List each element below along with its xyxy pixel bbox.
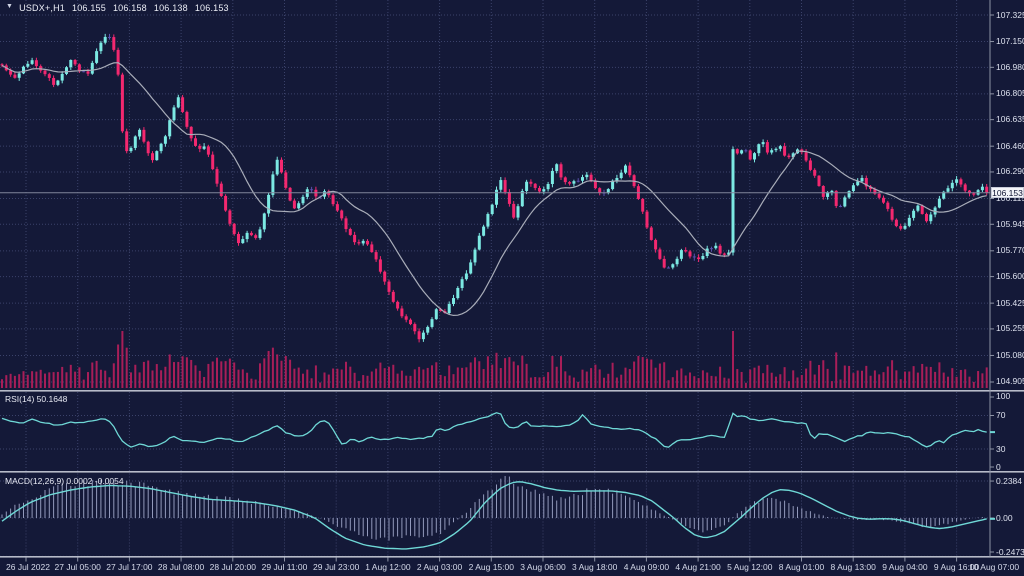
- grid-layer: [0, 0, 990, 557]
- ohlc-close: 106.153: [195, 3, 229, 13]
- time-axis-label: 5 Aug 12:00: [722, 563, 778, 572]
- axis-ticks: [26, 15, 994, 562]
- ohlc-low: 106.138: [154, 3, 188, 13]
- time-axis-label: 8 Aug 01:00: [774, 563, 830, 572]
- time-axis-label: 3 Aug 06:00: [515, 563, 571, 572]
- price-axis-label: 105.770: [996, 246, 1024, 255]
- time-axis-label: 3 Aug 18:00: [567, 563, 623, 572]
- macd-indicator-label: MACD(12,26,9) 0.0002 -0.0054: [5, 476, 124, 486]
- macd-axis-label: -0.2473: [996, 548, 1024, 557]
- separator-main-rsi[interactable]: [0, 390, 1024, 392]
- macd-histogram: [2, 476, 987, 541]
- macd-axis-label: 0.00: [996, 514, 1013, 523]
- price-axis-label: 104.905: [996, 377, 1024, 386]
- time-axis-label: 4 Aug 09:00: [618, 563, 674, 572]
- collapse-quickbar-icon[interactable]: ▼: [6, 3, 13, 13]
- time-axis-label: 10 Aug 07:00: [966, 563, 1022, 572]
- price-axis-label: 106.635: [996, 115, 1024, 124]
- price-axis-label: 106.980: [996, 63, 1024, 72]
- symbol-header: ▼ USDX+,H1 106.155 106.158 106.138 106.1…: [6, 3, 229, 13]
- separator-macd-timeaxis[interactable]: [0, 556, 1024, 558]
- rsi-axis-label: 0: [996, 463, 1001, 472]
- price-axis-label: 106.460: [996, 142, 1024, 151]
- time-axis-label: 1 Aug 12:00: [360, 563, 416, 572]
- rsi-line: [2, 413, 987, 447]
- rsi-indicator-label: RSI(14) 50.1648: [5, 394, 67, 404]
- time-axis-label: 27 Jul 17:00: [101, 563, 157, 572]
- candlestick-layer: [1, 34, 989, 343]
- volume-layer: [1, 331, 988, 388]
- time-axis-label: 2 Aug 15:00: [463, 563, 519, 572]
- price-axis-label: 105.425: [996, 299, 1024, 308]
- time-axis-label: 4 Aug 21:00: [670, 563, 726, 572]
- time-axis-label: 29 Jul 11:00: [257, 563, 313, 572]
- price-axis-label: 106.805: [996, 89, 1024, 98]
- price-axis-label: 105.945: [996, 220, 1024, 229]
- current-price-tag: 106.153: [991, 187, 1024, 198]
- symbol-period-label: USDX+,H1: [19, 3, 65, 13]
- rsi-axis-label: 70: [996, 411, 1005, 420]
- macd-axis-label: 0.2384: [996, 477, 1022, 486]
- price-axis-label: 107.325: [996, 11, 1024, 20]
- time-axis-label: 28 Jul 08:00: [153, 563, 209, 572]
- time-axis-label: 9 Aug 04:00: [877, 563, 933, 572]
- price-axis-label: 105.080: [996, 351, 1024, 360]
- rsi-axis-label: 30: [996, 445, 1005, 454]
- time-axis-label: 2 Aug 03:00: [412, 563, 468, 572]
- time-axis-label: 28 Jul 20:00: [205, 563, 261, 572]
- price-axis-label: 107.150: [996, 37, 1024, 46]
- price-axis-label: 105.600: [996, 272, 1024, 281]
- macd-signal-line: [2, 482, 987, 549]
- separator-rsi-macd[interactable]: [0, 471, 1024, 473]
- chart-window: ▼ USDX+,H1 106.155 106.158 106.138 106.1…: [0, 0, 1024, 576]
- ohlc-open: 106.155: [72, 3, 106, 13]
- ohlc-high: 106.158: [113, 3, 147, 13]
- time-axis-label: 8 Aug 13:00: [825, 563, 881, 572]
- price-axis-label: 106.290: [996, 167, 1024, 176]
- time-axis-label: 26 Jul 2022: [2, 563, 54, 572]
- price-axis-label: 105.255: [996, 324, 1024, 333]
- ma-line: [2, 63, 987, 316]
- rsi-axis-label: 100: [996, 392, 1010, 401]
- time-axis-label: 27 Jul 05:00: [50, 563, 106, 572]
- chart-canvas[interactable]: [0, 0, 1024, 576]
- time-axis-label: 29 Jul 23:00: [308, 563, 364, 572]
